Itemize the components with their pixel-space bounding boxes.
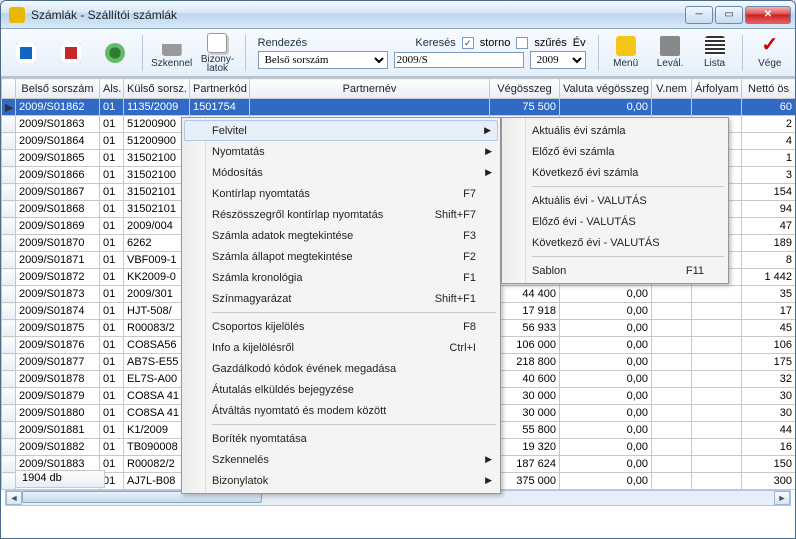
menu-item[interactable]: Előző évi - VALUTÁS — [504, 211, 726, 232]
plus-icon — [16, 43, 36, 63]
menu-icon — [616, 36, 636, 56]
separator — [245, 35, 246, 71]
scan-button[interactable]: Szkennel — [151, 33, 192, 73]
record-count: 1904 db — [15, 470, 105, 488]
column-header[interactable]: Partnernév — [250, 79, 490, 99]
lista-label: Lista — [704, 58, 725, 69]
column-header[interactable]: Valuta végösszeg — [560, 79, 652, 99]
menu-item[interactable]: Előző évi számla — [504, 141, 726, 162]
list-icon — [705, 36, 725, 56]
refresh-icon — [105, 43, 125, 63]
menu-item[interactable]: Csoportos kijelölésF8 — [184, 316, 498, 337]
menu-item[interactable]: Gazdálkodó kódok évének megadása — [184, 358, 498, 379]
storno-checkbox[interactable]: ✓ — [462, 37, 474, 49]
docs-label: Bizony- latok — [201, 55, 234, 73]
vege-label: Vége — [758, 58, 781, 69]
szures-label: szűrés — [534, 37, 566, 49]
column-header[interactable]: V.nem — [652, 79, 692, 99]
year-select[interactable]: 2009 — [530, 51, 586, 69]
menu-item[interactable]: Info a kijelölésrőlCtrl+I — [184, 337, 498, 358]
search-label: Keresés — [415, 37, 455, 49]
delete-button[interactable] — [51, 33, 89, 73]
menu-item[interactable]: Kontírlap nyomtatásF7 — [184, 183, 498, 204]
context-submenu[interactable]: Aktuális évi számlaElőző évi számlaKövet… — [501, 117, 729, 284]
refresh-button[interactable] — [96, 33, 134, 73]
menu-item[interactable]: Módosítás▶ — [184, 162, 498, 183]
documents-button[interactable]: Bizony- latok — [198, 33, 236, 73]
menu-item[interactable]: Számla adatok megtekintéseF3 — [184, 225, 498, 246]
column-header[interactable]: Als. — [100, 79, 124, 99]
close-button[interactable]: ✕ — [745, 6, 791, 24]
vege-button[interactable]: ✓ Vége — [751, 33, 789, 73]
menu-item[interactable]: Átutalás elküldés bejegyzése — [184, 379, 498, 400]
minus-icon — [61, 43, 81, 63]
separator — [142, 35, 143, 71]
ev-label: Év — [573, 37, 586, 49]
check-icon: ✓ — [760, 36, 780, 56]
separator — [598, 35, 599, 71]
column-header[interactable] — [2, 79, 16, 99]
storno-label: storno — [480, 37, 511, 49]
scroll-right-button[interactable]: ► — [774, 491, 790, 505]
sort-label: Rendezés — [258, 37, 308, 49]
column-header[interactable]: Árfolyam — [692, 79, 742, 99]
add-button[interactable] — [7, 33, 45, 73]
print-icon — [660, 36, 680, 56]
lista-button[interactable]: Lista — [695, 33, 733, 73]
menu-item[interactable]: Következő évi számla — [504, 162, 726, 183]
column-header[interactable]: Nettó ös — [742, 79, 796, 99]
menu-item[interactable]: Aktuális évi - VALUTÁS — [504, 190, 726, 211]
filter-panel: Rendezés Keresés ✓ storno szűrés Év Bels… — [254, 31, 590, 74]
menu-item[interactable]: Részösszegről kontírlap nyomtatásShift+F… — [184, 204, 498, 225]
separator — [742, 35, 743, 71]
column-header[interactable]: Partnerkód — [190, 79, 250, 99]
toolbar: Szkennel Bizony- latok Rendezés Keresés … — [1, 29, 795, 77]
szures-checkbox[interactable] — [516, 37, 528, 49]
context-menu[interactable]: Felvitel▶Nyomtatás▶Módosítás▶Kontírlap n… — [181, 117, 501, 494]
scan-label: Szkennel — [151, 58, 192, 69]
leval-label: Levál. — [657, 58, 684, 69]
menu-item[interactable]: Aktuális évi számla — [504, 120, 726, 141]
minimize-button[interactable]: ─ — [685, 6, 713, 24]
menu-item[interactable]: Boríték nyomtatása — [184, 428, 498, 449]
menu-item[interactable]: Nyomtatás▶ — [184, 141, 498, 162]
menu-item[interactable]: Szkennelés▶ — [184, 449, 498, 470]
column-header[interactable]: Belső sorszám — [16, 79, 100, 99]
column-header[interactable]: Külső sorsz. — [124, 79, 190, 99]
app-window: Számlák - Szállítói számlák ─ ▭ ✕ Szkenn… — [0, 0, 796, 539]
menu-label: Menü — [613, 58, 638, 69]
window-title: Számlák - Szállítói számlák — [31, 8, 685, 22]
menu-item[interactable]: SablonF11 — [504, 260, 726, 281]
menu-item[interactable]: Számla állapot megtekintéseF2 — [184, 246, 498, 267]
column-header[interactable]: Végösszeg — [490, 79, 560, 99]
table-row[interactable]: ▶2009/S01862011135/2009150175475 5000,00… — [2, 99, 796, 116]
menu-item[interactable]: Bizonylatok▶ — [184, 470, 498, 491]
scroll-left-button[interactable]: ◄ — [6, 491, 22, 505]
scanner-icon — [162, 36, 182, 56]
maximize-button[interactable]: ▭ — [715, 6, 743, 24]
document-icon — [207, 33, 227, 53]
titlebar: Számlák - Szállítói számlák ─ ▭ ✕ — [1, 1, 795, 29]
leval-button[interactable]: Levál. — [651, 33, 689, 73]
app-icon — [9, 7, 25, 23]
menu-button[interactable]: Menü — [606, 33, 644, 73]
menu-item[interactable]: SzínmagyarázatShift+F1 — [184, 288, 498, 309]
menu-item[interactable]: Felvitel▶ — [184, 120, 498, 141]
menu-item[interactable]: Átváltás nyomtató és modem között — [184, 400, 498, 421]
search-input[interactable] — [394, 52, 524, 68]
menu-item[interactable]: Következő évi - VALUTÁS — [504, 232, 726, 253]
sort-select[interactable]: Belső sorszám — [258, 51, 388, 69]
menu-item[interactable]: Számla kronológiaF1 — [184, 267, 498, 288]
